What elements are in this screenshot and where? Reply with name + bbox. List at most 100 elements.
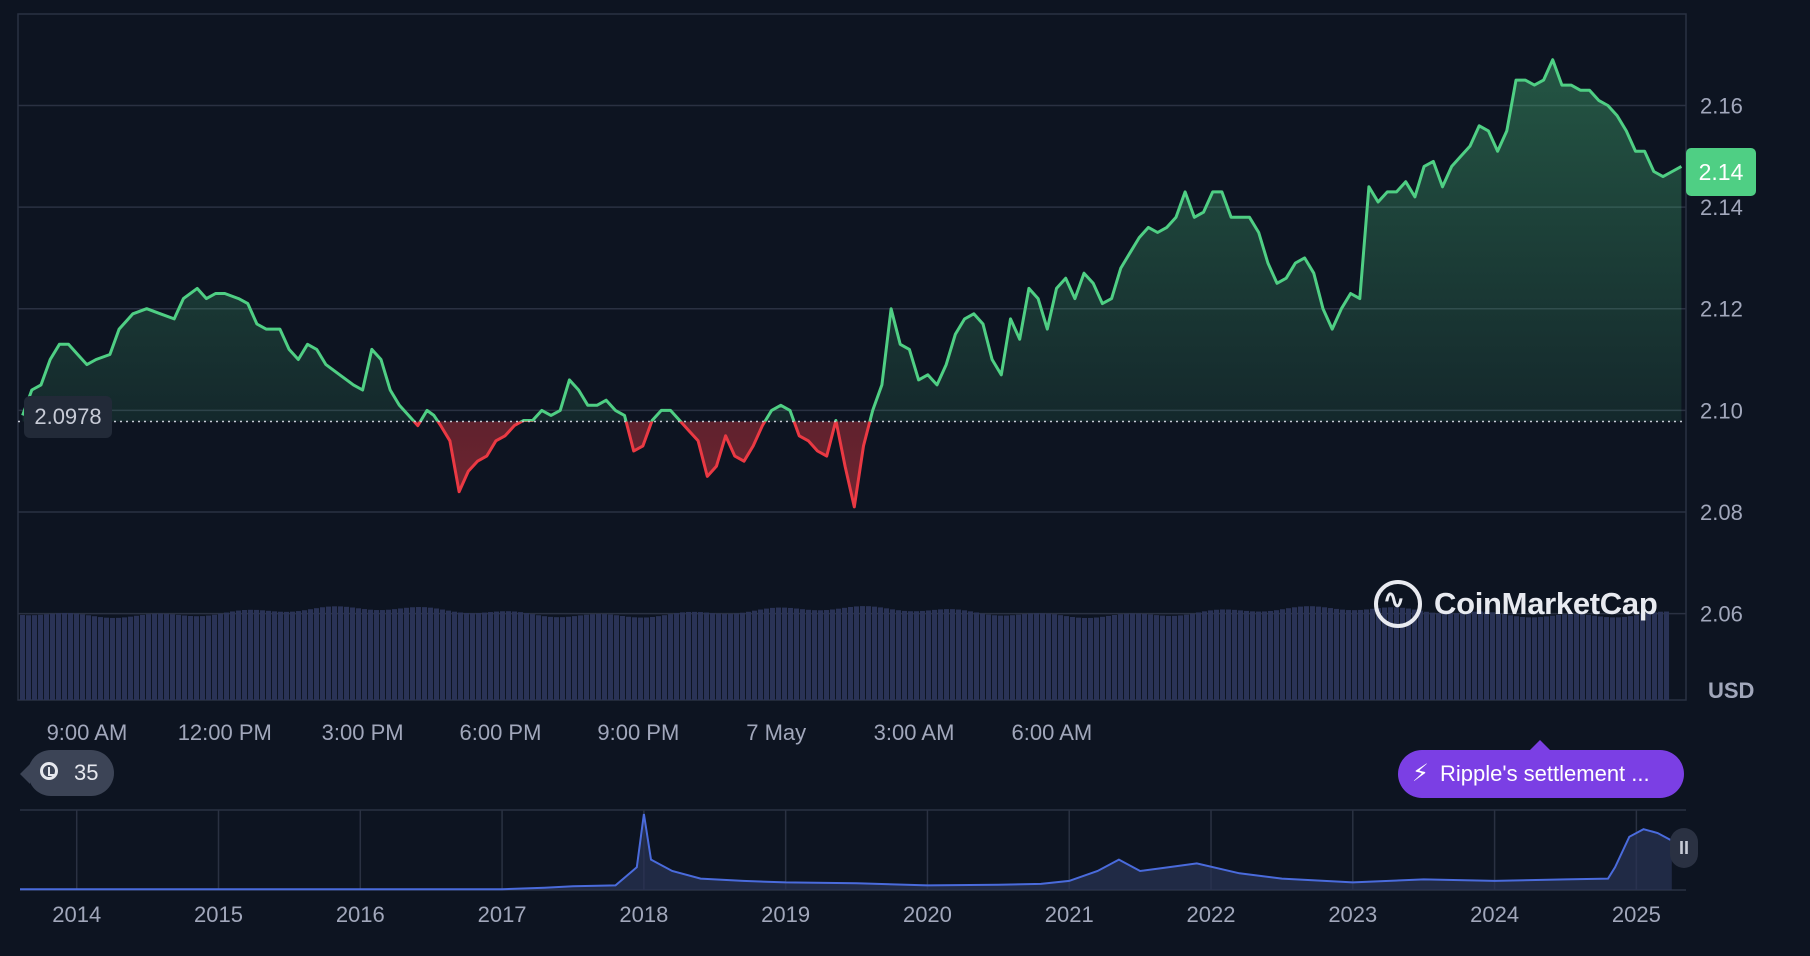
volume-bar: [560, 617, 565, 700]
volume-bar: [644, 617, 649, 700]
volume-bar: [86, 615, 91, 700]
volume-bar: [980, 613, 985, 700]
volume-bar: [98, 617, 103, 700]
volume-bar: [434, 608, 439, 700]
volume-bar: [176, 614, 181, 700]
volume-bar: [488, 612, 493, 700]
volume-bar: [1526, 617, 1531, 700]
pause-button[interactable]: II: [1670, 828, 1698, 868]
volume-bar: [722, 613, 727, 700]
volume-bar: [1142, 613, 1147, 700]
volume-bar: [92, 616, 97, 700]
volume-bar: [524, 613, 529, 700]
history-chart[interactable]: [20, 809, 1686, 891]
volume-bar: [236, 610, 241, 700]
volume-bar: [1538, 617, 1543, 700]
volume-bar: [1238, 610, 1243, 700]
volume-bar: [1412, 609, 1417, 700]
volume-bar: [1652, 612, 1657, 700]
volume-bar: [1658, 611, 1663, 700]
volume-bar: [1028, 613, 1033, 700]
volume-bar: [1604, 617, 1609, 700]
volume-bar: [410, 607, 415, 700]
history-button[interactable]: 35: [28, 750, 114, 796]
x-tick-label: 6:00 AM: [1012, 720, 1093, 745]
volume-bar: [248, 609, 253, 700]
volume-bar: [116, 617, 121, 700]
volume-bar: [1196, 612, 1201, 700]
volume-bar: [266, 610, 271, 700]
volume-bar: [1346, 610, 1351, 700]
volume-bar: [1646, 613, 1651, 700]
volume-bar: [1358, 609, 1363, 700]
volume-bar: [854, 606, 859, 700]
currency-label: USD: [1708, 678, 1755, 703]
volume-bar: [938, 609, 943, 700]
volume-bar: [1472, 611, 1477, 700]
volume-bar: [68, 613, 73, 700]
volume-bar: [1058, 615, 1063, 700]
volume-bar: [914, 611, 919, 700]
volume-bar: [152, 613, 157, 700]
volume-bar: [50, 613, 55, 700]
volume-bar: [446, 610, 451, 700]
volume-bar: [332, 606, 337, 700]
volume-bar: [1424, 611, 1429, 700]
volume-bar: [794, 608, 799, 700]
volume-bar: [1124, 613, 1129, 700]
volume-bar: [1352, 610, 1357, 700]
volume-bar: [1634, 615, 1639, 700]
volume-bar: [32, 615, 37, 700]
volume-bar: [482, 612, 487, 700]
volume-bar: [1160, 615, 1165, 700]
history-line: [20, 813, 1673, 891]
volume-bar: [1148, 614, 1153, 700]
volume-bar: [344, 606, 349, 700]
volume-bar: [1544, 616, 1549, 700]
volume-bar: [452, 611, 457, 700]
news-event-button[interactable]: ⚡︎ Ripple's settlement ...: [1398, 750, 1684, 798]
volume-bar: [1304, 606, 1309, 700]
volume-bar: [674, 613, 679, 700]
volume-bar: [1118, 614, 1123, 700]
price-chart: 2.06 2.08 2.10 2.12 2.14 2.16 9:00 AM 12:00 PM…: [17, 13, 1743, 927]
volume-bar: [1508, 615, 1513, 700]
volume-bar: [170, 614, 175, 700]
volume-bar: [890, 609, 895, 700]
volume-bar: [500, 611, 505, 700]
volume-bar: [1244, 610, 1249, 700]
volume-bar: [698, 612, 703, 700]
volume-bar: [1556, 614, 1561, 700]
volume-bar: [872, 606, 877, 700]
volume-bar: [1082, 617, 1087, 700]
volume-bar: [884, 608, 889, 700]
volume-bar: [578, 615, 583, 700]
volume-bar: [962, 610, 967, 700]
baseline-price-badge: 2.0978: [24, 396, 112, 438]
volume-bar: [950, 609, 955, 700]
volume-bar: [104, 617, 109, 700]
volume-bar: [1514, 616, 1519, 700]
volume-bar: [1478, 611, 1483, 700]
volume-bar: [464, 613, 469, 700]
volume-bar: [566, 616, 571, 700]
volume-bar: [1574, 614, 1579, 700]
history-count: 35: [74, 760, 99, 785]
volume-bar: [188, 615, 193, 700]
volume-bar: [1184, 614, 1189, 700]
volume-bar: [1664, 611, 1669, 700]
volume-bar: [212, 614, 217, 700]
volume-bar: [368, 609, 373, 700]
volume-bar: [146, 614, 151, 700]
volume-bar: [1340, 609, 1345, 700]
volume-bar: [1016, 614, 1021, 700]
history-tick-label: 2018: [619, 902, 668, 927]
x-tick-label: 9:00 AM: [47, 720, 128, 745]
volume-bar: [326, 606, 331, 700]
volume-bar: [272, 611, 277, 700]
x-tick-label: 12:00 PM: [178, 720, 272, 745]
volume-bar: [1310, 606, 1315, 700]
history-tick-label: 2021: [1045, 902, 1094, 927]
volume-bar: [860, 606, 865, 700]
volume-bar: [1226, 609, 1231, 700]
